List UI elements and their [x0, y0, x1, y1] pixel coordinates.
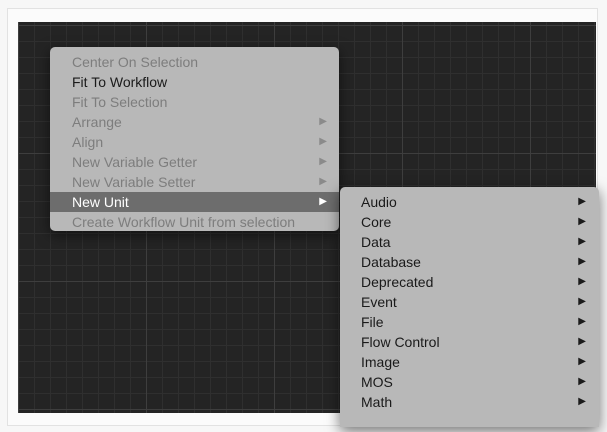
menu-item-new-variable-setter[interactable]: New Variable Setter ▶: [50, 172, 339, 192]
menu-item-label: Arrange: [72, 114, 122, 130]
submenu-arrow-icon: ▶: [578, 256, 586, 267]
menu-item-label: Create Workflow Unit from selection: [72, 214, 296, 230]
submenu-item-label: Database: [361, 254, 421, 270]
submenu-arrow-icon: ▶: [319, 176, 327, 187]
submenu-item-audio[interactable]: Audio ▶: [340, 192, 599, 212]
submenu-arrow-icon: ▶: [578, 356, 586, 367]
submenu-item-label: Data: [361, 234, 391, 250]
submenu-item-label: Event: [361, 294, 397, 310]
menu-item-new-unit[interactable]: New Unit ▶: [50, 192, 339, 212]
submenu-arrow-icon: ▶: [319, 196, 327, 207]
submenu-arrow-icon: ▶: [578, 276, 586, 287]
submenu-arrow-icon: ▶: [578, 196, 586, 207]
menu-item-label: Fit To Selection: [72, 94, 168, 110]
menu-item-label: Center On Selection: [72, 54, 199, 70]
submenu-item-label: Audio: [361, 194, 397, 210]
menu-item-align[interactable]: Align ▶: [50, 132, 339, 152]
menu-item-new-variable-getter[interactable]: New Variable Getter ▶: [50, 152, 339, 172]
context-menu: Center On Selection Fit To Workflow Fit …: [50, 47, 339, 231]
submenu-arrow-icon: ▶: [578, 336, 586, 347]
menu-item-center-on-selection[interactable]: Center On Selection: [50, 52, 339, 72]
submenu-item-file[interactable]: File ▶: [340, 312, 599, 332]
submenu-item-core[interactable]: Core ▶: [340, 212, 599, 232]
submenu-item-label: Flow Control: [361, 334, 440, 350]
submenu-item-math[interactable]: Math ▶: [340, 392, 599, 412]
submenu-arrow-icon: ▶: [578, 236, 586, 247]
submenu-item-label: Math: [361, 394, 393, 410]
submenu-item-event[interactable]: Event ▶: [340, 292, 599, 312]
submenu-item-flow-control[interactable]: Flow Control ▶: [340, 332, 599, 352]
menu-item-create-workflow-unit[interactable]: Create Workflow Unit from selection: [50, 212, 339, 232]
menu-item-label: Align: [72, 134, 104, 150]
menu-item-label: Fit To Workflow: [72, 74, 168, 90]
submenu-arrow-icon: ▶: [319, 136, 327, 147]
submenu-arrow-icon: ▶: [578, 396, 586, 407]
menu-item-label: New Variable Setter: [72, 174, 196, 190]
new-unit-submenu: Audio ▶ Core ▶ Data ▶ Database ▶ Depreca…: [340, 187, 599, 427]
submenu-item-database[interactable]: Database ▶: [340, 252, 599, 272]
submenu-item-label: Image: [361, 354, 400, 370]
submenu-item-deprecated[interactable]: Deprecated ▶: [340, 272, 599, 292]
submenu-item-mos[interactable]: MOS ▶: [340, 372, 599, 392]
submenu-arrow-icon: ▶: [578, 296, 586, 307]
menu-item-fit-to-workflow[interactable]: Fit To Workflow: [50, 72, 339, 92]
submenu-item-data[interactable]: Data ▶: [340, 232, 599, 252]
menu-item-fit-to-selection[interactable]: Fit To Selection: [50, 92, 339, 112]
menu-item-arrange[interactable]: Arrange ▶: [50, 112, 339, 132]
submenu-item-label: File: [361, 314, 384, 330]
submenu-item-image[interactable]: Image ▶: [340, 352, 599, 372]
submenu-arrow-icon: ▶: [319, 156, 327, 167]
submenu-item-label: Core: [361, 214, 392, 230]
submenu-arrow-icon: ▶: [578, 376, 586, 387]
menu-item-label: New Variable Getter: [72, 154, 198, 170]
submenu-arrow-icon: ▶: [578, 216, 586, 227]
submenu-arrow-icon: ▶: [319, 116, 327, 127]
submenu-arrow-icon: ▶: [578, 316, 586, 327]
submenu-item-label: Deprecated: [361, 274, 434, 290]
menu-item-label: New Unit: [72, 194, 129, 210]
submenu-item-label: MOS: [361, 374, 393, 390]
